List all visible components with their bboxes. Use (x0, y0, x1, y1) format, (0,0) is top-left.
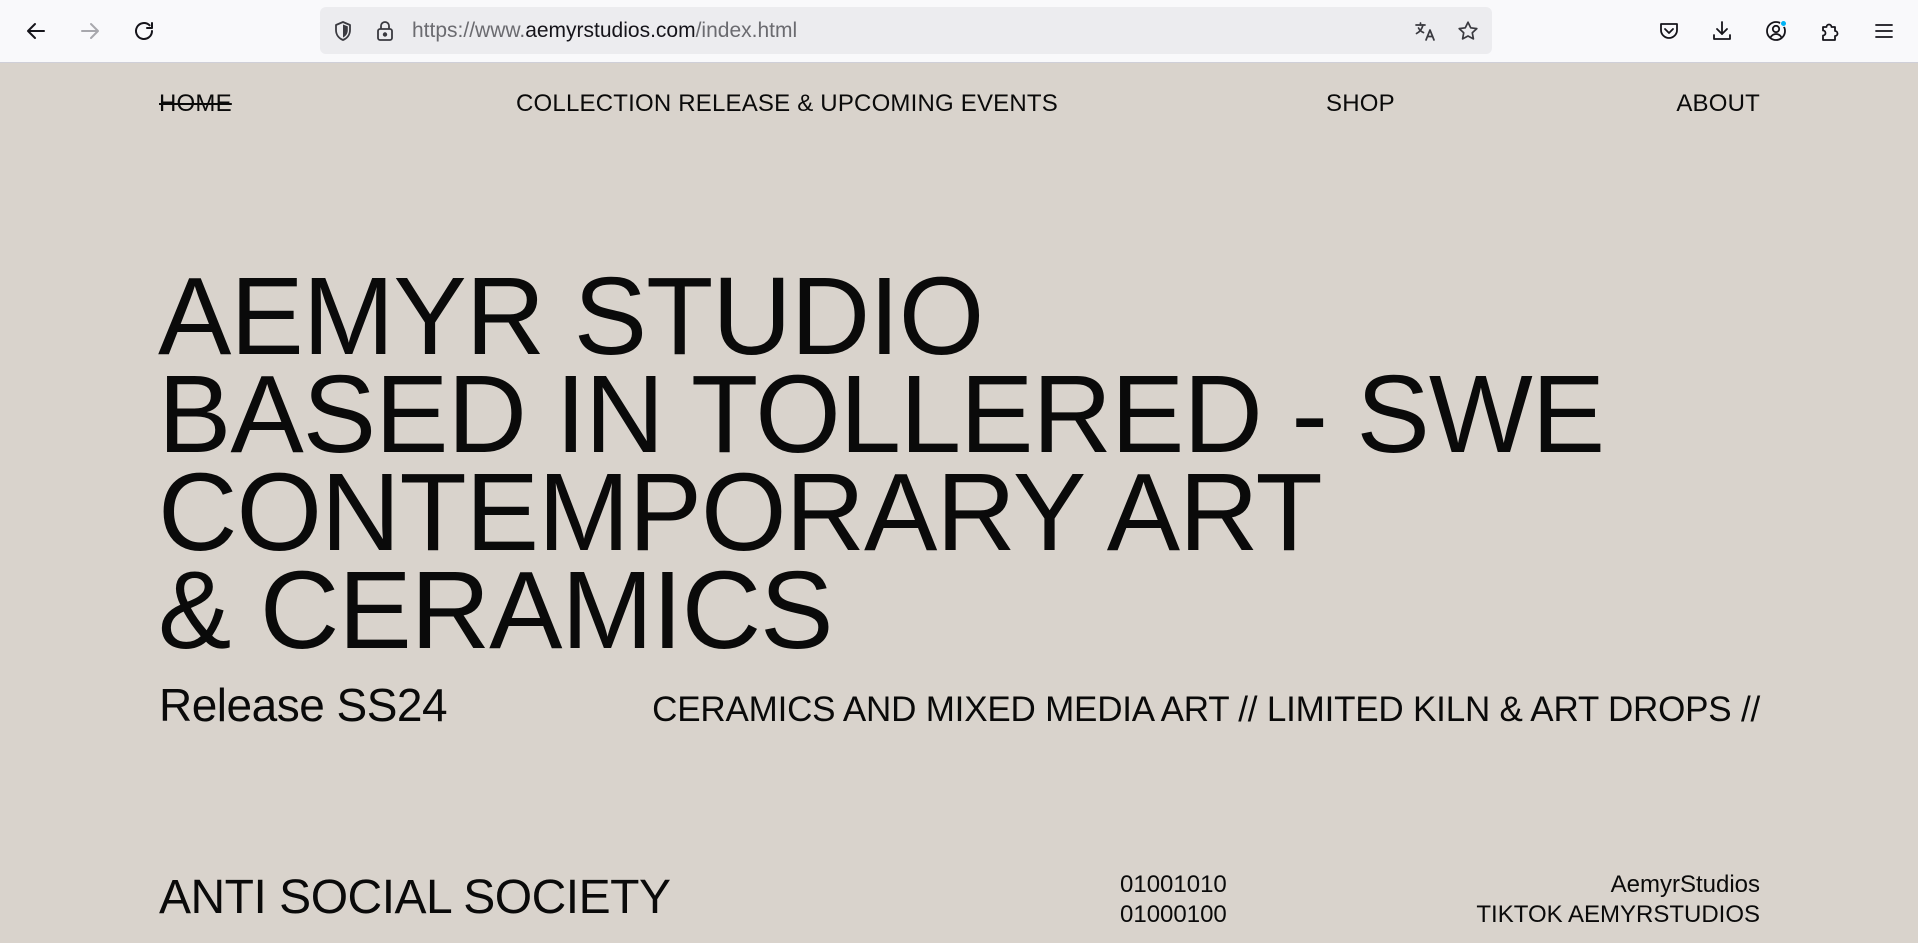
nav-shop-link[interactable]: SHOP (1326, 90, 1395, 118)
download-icon (1713, 21, 1731, 40)
reload-button[interactable] (126, 13, 162, 49)
reload-icon (135, 22, 153, 40)
arrow-left-icon (27, 23, 45, 39)
downloads-button[interactable] (1704, 13, 1740, 49)
forward-button[interactable] (72, 13, 108, 49)
hero-line-3: CONTEMPORARY ART (158, 451, 1323, 574)
tiktok-link[interactable]: TIKTOK AEMYRSTUDIOS (1476, 900, 1760, 930)
star-icon[interactable] (1455, 18, 1481, 44)
nav-about-link[interactable]: ABOUT (1676, 90, 1760, 118)
url-text[interactable]: https://www.aemyrstudios.com/index.html (412, 19, 797, 43)
url-prefix: https://www. (412, 19, 526, 42)
url-domain: aemyrstudios.com (525, 19, 696, 42)
lock-icon[interactable] (372, 18, 398, 44)
hero-line-1: AEMYR STUDIO (158, 255, 984, 378)
nav-home-link[interactable]: HOME (159, 90, 232, 118)
pocket-icon (1660, 23, 1678, 39)
hero-line-2: BASED IN TOLLERED - SWE (158, 353, 1605, 476)
nav-collection-events-link[interactable]: COLLECTION RELEASE & UPCOMING EVENTS (516, 90, 1058, 118)
binary-code: 01001010 01000100 (1120, 870, 1227, 930)
back-button[interactable] (18, 13, 54, 49)
social-links: AemyrStudios TIKTOK AEMYRSTUDIOS (1476, 870, 1760, 930)
social-handle-link[interactable]: AemyrStudios (1476, 870, 1760, 900)
hamburger-menu-icon (1875, 24, 1893, 38)
hero-heading: AEMYR STUDIO BASED IN TOLLERED - SWE CON… (158, 255, 1758, 672)
extensions-icon (1822, 23, 1839, 41)
translate-icon[interactable] (1412, 18, 1438, 44)
browser-toolbar: https://www.aemyrstudios.com/index.html (0, 0, 1918, 63)
anti-social-society-heading: ANTI SOCIAL SOCIETY (159, 871, 671, 924)
address-bar[interactable]: https://www.aemyrstudios.com/index.html (320, 7, 1492, 54)
release-label: Release SS24 (159, 679, 448, 731)
url-path: /index.html (695, 19, 798, 42)
hero-line-4: & CERAMICS (158, 549, 834, 672)
arrow-right-icon (81, 23, 99, 39)
pocket-button[interactable] (1651, 13, 1687, 49)
binary-line-2: 01000100 (1120, 901, 1227, 928)
tagline: CERAMICS AND MIXED MEDIA ART // LIMITED … (652, 690, 1760, 729)
app-menu-button[interactable] (1866, 13, 1902, 49)
extensions-button[interactable] (1812, 13, 1848, 49)
tracking-shield-icon[interactable] (330, 18, 356, 44)
account-icon (1766, 20, 1787, 41)
account-button[interactable] (1758, 13, 1794, 49)
binary-line-1: 01001010 (1120, 871, 1227, 898)
